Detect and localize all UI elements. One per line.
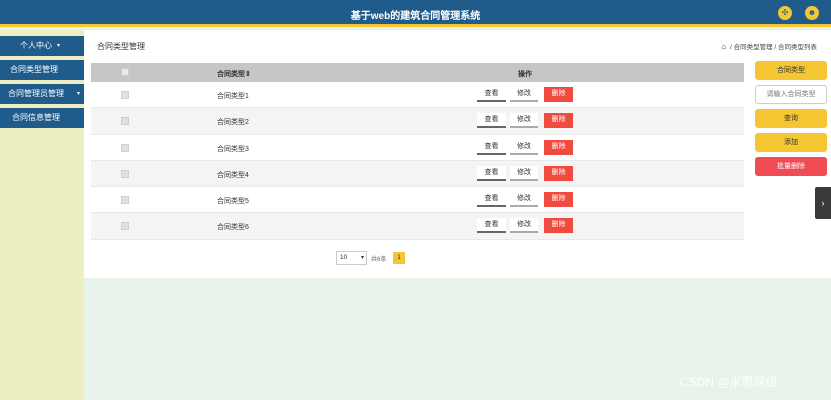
breadcrumb-item[interactable]: 合同类型管理 xyxy=(734,44,773,51)
breadcrumb-item: 合同类型列表 xyxy=(778,44,817,51)
cell-contract-type: 合同类型5 xyxy=(217,198,249,206)
table-row: 合同类型1 查看 修改 删除 xyxy=(91,82,744,109)
caret-down-icon: ▾ xyxy=(56,43,60,49)
cell-contract-type: 合同类型6 xyxy=(217,224,249,232)
delete-button[interactable]: 删除 xyxy=(544,192,573,208)
view-button[interactable]: 查看 xyxy=(477,192,506,208)
app-title: 基于web的建筑合同管理系统 xyxy=(350,11,481,22)
sidebar-item-label: 合同管理员管理 xyxy=(8,89,64,98)
column-header-name[interactable]: 合同类型⇕ xyxy=(217,69,251,79)
page-title: 合同类型管理 xyxy=(97,42,145,51)
sidebar: 个人中心 ▾ 合同类型管理 合同管理员管理 ▾ 合同信息管理 xyxy=(0,30,84,400)
cell-contract-type: 合同类型4 xyxy=(217,171,249,179)
breadcrumb: ⌂ / 合同类型管理 / 合同类型列表 xyxy=(721,41,817,51)
main-panel: 合同类型管理 ⌂ / 合同类型管理 / 合同类型列表 合同类型⇕ 操作 合同类型… xyxy=(84,30,831,278)
page-number-current[interactable]: 1 xyxy=(393,252,405,264)
sidebar-item-label: 合同信息管理 xyxy=(12,113,60,122)
sidebar-item-label: 合同类型管理 xyxy=(10,65,58,74)
table-row: 合同类型3 查看 修改 删除 xyxy=(91,135,744,161)
table-header: 合同类型⇕ 操作 xyxy=(91,63,744,82)
chevron-right-icon[interactable]: › xyxy=(815,187,831,219)
view-button[interactable]: 查看 xyxy=(477,218,506,234)
sidebar-item-personal-center[interactable]: 个人中心 ▾ xyxy=(0,36,84,56)
cell-contract-type: 合同类型1 xyxy=(217,93,249,100)
search-input[interactable]: 请输入合同类型 xyxy=(755,85,827,104)
row-checkbox[interactable] xyxy=(121,222,129,231)
caret-down-icon: ▾ xyxy=(76,91,80,97)
row-checkbox[interactable] xyxy=(121,143,129,152)
home-icon[interactable]: ⌂ xyxy=(721,42,726,51)
delete-button[interactable]: 删除 xyxy=(544,139,573,155)
view-button[interactable]: 查看 xyxy=(477,139,506,155)
breadcrumb-separator: / xyxy=(774,44,777,51)
edit-button[interactable]: 修改 xyxy=(510,87,538,102)
table-row: 合同类型2 查看 修改 删除 xyxy=(91,108,744,135)
view-button[interactable]: 查看 xyxy=(477,113,506,129)
chevron-down-icon: ▾ xyxy=(360,255,364,261)
table-row: 合同类型6 查看 修改 删除 xyxy=(91,213,744,240)
row-checkbox[interactable] xyxy=(121,91,129,99)
delete-button[interactable]: 删除 xyxy=(544,165,573,181)
table-row: 合同类型4 查看 修改 删除 xyxy=(91,160,744,188)
breadcrumb-separator: / xyxy=(729,44,732,51)
row-checkbox[interactable] xyxy=(121,196,129,205)
row-checkbox[interactable] xyxy=(121,117,129,126)
column-header-ops: 操作 xyxy=(518,71,532,78)
edit-button[interactable]: 修改 xyxy=(510,113,538,129)
table-row: 合同类型5 查看 修改 删除 xyxy=(91,187,744,214)
user-icon[interactable]: ☻ xyxy=(805,6,819,20)
page-size-value: 10 xyxy=(340,254,348,261)
view-button[interactable]: 查看 xyxy=(477,165,506,181)
edit-button[interactable]: 修改 xyxy=(510,139,538,155)
query-button[interactable]: 查询 xyxy=(755,109,827,128)
edit-button[interactable]: 修改 xyxy=(510,165,538,181)
expand-icon[interactable]: ✣ xyxy=(778,6,792,20)
sidebar-item-contract-admin[interactable]: 合同管理员管理 ▾ xyxy=(0,84,84,104)
edit-button[interactable]: 修改 xyxy=(510,192,538,208)
row-checkbox[interactable] xyxy=(121,169,129,178)
add-button[interactable]: 添加 xyxy=(755,133,827,152)
sidebar-item-contract-type[interactable]: 合同类型管理 xyxy=(0,60,84,80)
sidebar-item-contract-info[interactable]: 合同信息管理 xyxy=(0,108,84,128)
edit-button[interactable]: 修改 xyxy=(510,218,538,234)
delete-button[interactable]: 删除 xyxy=(544,87,573,102)
cell-contract-type: 合同类型3 xyxy=(217,145,249,153)
sidebar-item-label: 个人中心 xyxy=(20,41,52,50)
batch-delete-button[interactable]: 批量删除 xyxy=(755,157,827,176)
cell-contract-type: 合同类型2 xyxy=(217,119,249,127)
delete-button[interactable]: 删除 xyxy=(544,218,573,234)
delete-button[interactable]: 删除 xyxy=(544,113,573,129)
total-count: 共6条 xyxy=(371,257,387,263)
watermark: CSDN @米恩网络 xyxy=(680,375,778,389)
contract-type-label: 合同类型 xyxy=(755,61,827,80)
contract-type-table: 合同类型⇕ 操作 合同类型1 查看 修改 删除 合同类型2 查看 修改 删除 合… xyxy=(91,63,744,240)
page-size-select[interactable]: 10 ▾ xyxy=(336,251,367,265)
select-all-checkbox[interactable] xyxy=(121,68,129,76)
sort-icon: ⇕ xyxy=(245,71,251,78)
top-header: 基于web的建筑合同管理系统 ✣ ☻ xyxy=(0,0,831,27)
view-button[interactable]: 查看 xyxy=(477,87,506,102)
